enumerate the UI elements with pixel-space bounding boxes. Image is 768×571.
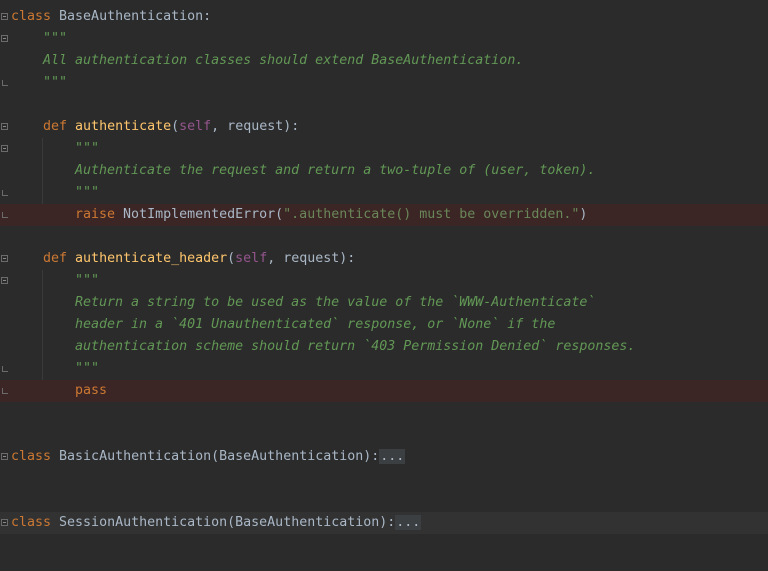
keyword: class bbox=[11, 9, 52, 24]
keyword: raise bbox=[75, 207, 116, 222]
keyword: def bbox=[43, 251, 68, 266]
fold-expand-icon[interactable] bbox=[1, 453, 8, 460]
keyword: class bbox=[11, 449, 52, 464]
paren: ( bbox=[227, 251, 236, 266]
string-literal: ".authenticate() must be overridden." bbox=[283, 207, 580, 222]
self-param: self bbox=[179, 119, 212, 134]
docstring: """ bbox=[43, 75, 68, 90]
class-declaration: SessionAuthentication(BaseAuthentication… bbox=[51, 515, 396, 530]
fold-end-icon[interactable] bbox=[2, 190, 8, 196]
docstring: Authenticate the request and return a tw… bbox=[75, 163, 596, 178]
code-line-12[interactable]: def authenticate_header(self, request): bbox=[0, 248, 768, 270]
fold-end-icon[interactable] bbox=[2, 212, 8, 218]
docstring: """ bbox=[75, 185, 100, 200]
docstring: """ bbox=[75, 141, 100, 156]
code-line-18[interactable]: pass bbox=[0, 380, 768, 402]
fold-expand-icon[interactable] bbox=[1, 519, 8, 526]
paren: ( bbox=[275, 207, 284, 222]
docstring: """ bbox=[43, 31, 68, 46]
code-line-7[interactable]: """ bbox=[0, 138, 768, 160]
code-line-16[interactable]: authentication scheme should return `403… bbox=[0, 336, 768, 358]
code-line-17[interactable]: """ bbox=[0, 358, 768, 380]
paren: ( bbox=[171, 119, 180, 134]
class-declaration: BasicAuthentication(BaseAuthentication): bbox=[51, 449, 380, 464]
fold-toggle-icon[interactable] bbox=[1, 35, 8, 42]
exception-name: NotImplementedError bbox=[123, 207, 276, 222]
docstring: """ bbox=[75, 361, 100, 376]
params: , request): bbox=[211, 119, 300, 134]
keyword: pass bbox=[75, 383, 108, 398]
fold-toggle-icon[interactable] bbox=[1, 123, 8, 130]
code-editor[interactable]: class BaseAuthentication: """ All authen… bbox=[0, 0, 768, 571]
function-name: authenticate_header bbox=[75, 251, 228, 266]
code-line-8[interactable]: Authenticate the request and return a tw… bbox=[0, 160, 768, 182]
folded-region[interactable]: ... bbox=[395, 515, 422, 530]
docstring: header in a `401 Unauthenticated` respon… bbox=[75, 317, 556, 332]
docstring: authentication scheme should return `403… bbox=[75, 339, 636, 354]
folded-region[interactable]: ... bbox=[379, 449, 406, 464]
code-line-6[interactable]: def authenticate(self, request): bbox=[0, 116, 768, 138]
code-line-15[interactable]: header in a `401 Unauthenticated` respon… bbox=[0, 314, 768, 336]
code-line-9[interactable]: """ bbox=[0, 182, 768, 204]
docstring: """ bbox=[75, 273, 100, 288]
params: , request): bbox=[267, 251, 356, 266]
code-line-10[interactable]: raise NotImplementedError(".authenticate… bbox=[0, 204, 768, 226]
fold-end-icon[interactable] bbox=[2, 80, 8, 86]
code-line-4[interactable]: """ bbox=[0, 72, 768, 94]
keyword: def bbox=[43, 119, 68, 134]
code-line-2[interactable]: """ bbox=[0, 28, 768, 50]
code-line-13[interactable]: """ bbox=[0, 270, 768, 292]
code-line-21[interactable]: class BasicAuthentication(BaseAuthentica… bbox=[0, 446, 768, 468]
code-line-1[interactable]: class BaseAuthentication: bbox=[0, 6, 768, 28]
docstring: All authentication classes should extend… bbox=[43, 53, 524, 68]
self-param: self bbox=[235, 251, 268, 266]
docstring: Return a string to be used as the value … bbox=[75, 295, 596, 310]
fold-toggle-icon[interactable] bbox=[1, 145, 8, 152]
fold-end-icon[interactable] bbox=[2, 388, 8, 394]
fold-toggle-icon[interactable] bbox=[1, 13, 8, 20]
class-declaration: BaseAuthentication: bbox=[51, 9, 212, 24]
fold-end-icon[interactable] bbox=[2, 366, 8, 372]
code-line-14[interactable]: Return a string to be used as the value … bbox=[0, 292, 768, 314]
fold-toggle-icon[interactable] bbox=[1, 277, 8, 284]
keyword: class bbox=[11, 515, 52, 530]
fold-toggle-icon[interactable] bbox=[1, 255, 8, 262]
paren: ) bbox=[579, 207, 588, 222]
code-line-24[interactable]: class SessionAuthentication(BaseAuthenti… bbox=[0, 512, 768, 534]
code-line-3[interactable]: All authentication classes should extend… bbox=[0, 50, 768, 72]
function-name: authenticate bbox=[75, 119, 172, 134]
